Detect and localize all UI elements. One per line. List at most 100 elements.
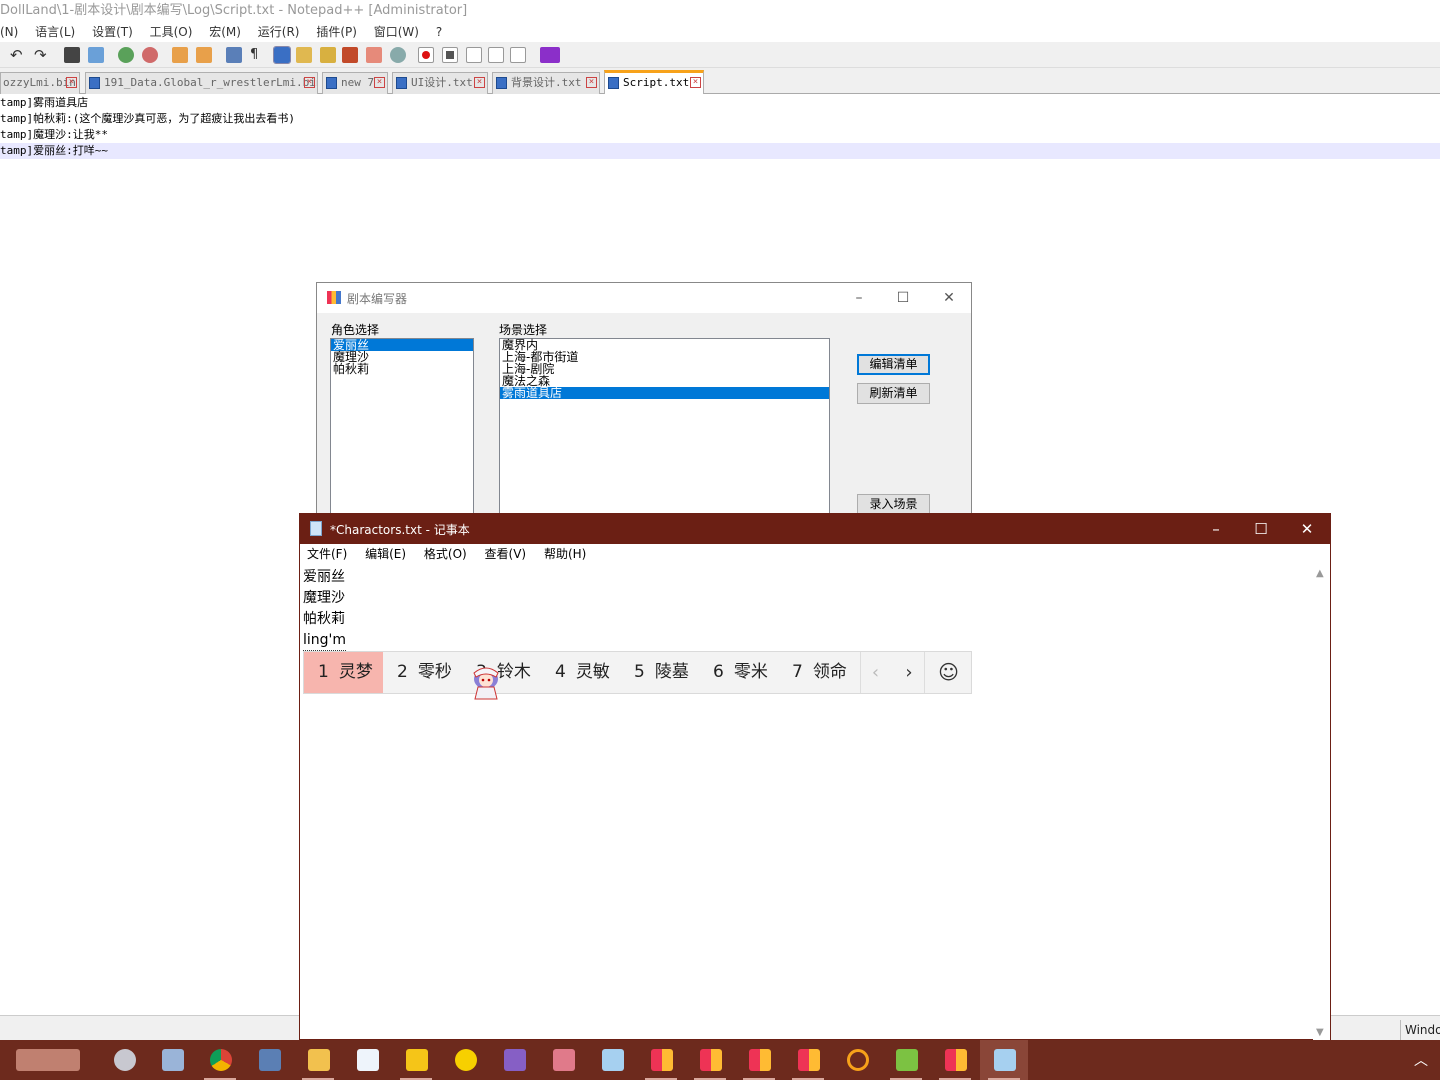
tab-ozzylmi[interactable]: ozzyLmi.bin ×	[0, 72, 80, 94]
taskbar-wallpaper-widget[interactable]	[0, 1040, 96, 1080]
taskbar-app[interactable]	[539, 1040, 587, 1080]
ime-candidate[interactable]: 5 陵墓	[620, 652, 699, 693]
play-macro-icon[interactable]	[466, 47, 482, 63]
taskbar-app[interactable]	[100, 1040, 148, 1080]
menu-file[interactable]: 文件(F)	[307, 547, 347, 561]
taskbar-notepad-active[interactable]	[980, 1040, 1028, 1080]
npp-menu-settings[interactable]: 设置(T)	[92, 25, 133, 39]
taskbar-app[interactable]	[441, 1040, 489, 1080]
ime-candidate[interactable]: 1 灵梦	[304, 652, 383, 693]
scroll-up-icon[interactable]: ▲	[1316, 568, 1324, 579]
undo-icon[interactable]: ↶	[10, 47, 26, 63]
minimize-icon[interactable]: –	[1204, 519, 1228, 539]
npp-menu-item[interactable]: (N)	[0, 25, 18, 39]
role-listbox[interactable]: 爱丽丝 魔理沙 帕秋莉	[330, 338, 474, 518]
show-all-chars-icon[interactable]: ¶	[250, 47, 266, 63]
edit-list-button[interactable]: 编辑清单	[857, 354, 930, 375]
menu-edit[interactable]: 编辑(E)	[365, 547, 406, 561]
npp-menu-tools[interactable]: 工具(O)	[150, 25, 193, 39]
zoom-out-icon[interactable]	[142, 47, 158, 63]
replace-icon[interactable]	[88, 47, 104, 63]
emoji-icon[interactable]: ☺	[924, 652, 972, 693]
npp-title-bar: DollLand\1-剧本设计\剧本编写\Log\Script.txt - No…	[0, 0, 1440, 22]
ime-candidate-bar: 1灵梦 2零秒 3铃木 4灵敏 5陵墓 6零米 7领命 ‹ › ☺	[303, 651, 972, 694]
function-list-icon[interactable]	[320, 47, 336, 63]
taskbar-calculator[interactable]	[245, 1040, 293, 1080]
tab-script[interactable]: Script.txt ×	[604, 70, 704, 94]
ime-candidate[interactable]: 4 灵敏	[541, 652, 620, 693]
list-item[interactable]: 雾雨道具店	[500, 387, 829, 399]
taskbar-chrome[interactable]	[196, 1040, 244, 1080]
ime-candidate[interactable]: 6 零米	[699, 652, 778, 693]
taskbar-app[interactable]	[637, 1040, 685, 1080]
taskbar-app[interactable]	[148, 1040, 196, 1080]
maximize-icon[interactable]: ☐	[1249, 519, 1273, 539]
scene-listbox[interactable]: 魔界内 上海-都市街道 上海-剧院 魔法之森 雾雨道具店	[499, 338, 830, 518]
vertical-scrollbar[interactable]: ▲ ▼	[1313, 566, 1330, 1040]
taskbar-app[interactable]	[343, 1040, 391, 1080]
record-scene-button[interactable]: 录入场景	[857, 494, 930, 515]
taskbar-app[interactable]	[392, 1040, 440, 1080]
npp-menu-window[interactable]: 窗口(W)	[374, 25, 419, 39]
taskbar-search[interactable]	[833, 1040, 881, 1080]
close-icon[interactable]: ✕	[939, 289, 959, 307]
find-icon[interactable]	[64, 47, 80, 63]
npp-menu-run[interactable]: 运行(R)	[258, 25, 300, 39]
npp-menu-help[interactable]: ?	[436, 25, 442, 39]
list-item[interactable]: 帕秋莉	[331, 363, 473, 375]
taskbar-app[interactable]	[735, 1040, 783, 1080]
npp-menu-language[interactable]: 语言(L)	[35, 25, 75, 39]
taskbar-app[interactable]	[882, 1040, 930, 1080]
chevron-right-icon[interactable]: ›	[894, 652, 924, 693]
taskbar-notepad[interactable]	[588, 1040, 636, 1080]
chevron-left-icon[interactable]: ‹	[860, 652, 890, 693]
record-macro-icon[interactable]	[418, 47, 434, 63]
npp-menu-macro[interactable]: 宏(M)	[209, 25, 241, 39]
word-wrap-icon[interactable]	[226, 47, 242, 63]
indent-guide-icon[interactable]	[273, 46, 291, 64]
markdown-icon[interactable]	[540, 47, 560, 63]
sync-horizontal-icon[interactable]	[196, 47, 212, 63]
sync-scroll-icon[interactable]	[172, 47, 188, 63]
folder-icon	[308, 1049, 330, 1071]
close-icon[interactable]: ×	[66, 77, 77, 88]
close-icon[interactable]: ×	[690, 77, 701, 88]
close-icon[interactable]: ✕	[1295, 519, 1319, 539]
taskbar-app[interactable]	[931, 1040, 979, 1080]
ime-candidate[interactable]: 7 领命	[778, 652, 860, 693]
menu-view[interactable]: 查看(V)	[485, 547, 527, 561]
tab-new-7[interactable]: new 7 ×	[322, 72, 388, 94]
taskbar-visual-studio[interactable]	[490, 1040, 538, 1080]
folder-workspace-icon[interactable]	[342, 47, 358, 63]
taskbar-app[interactable]	[686, 1040, 734, 1080]
ime-candidate[interactable]: 2 零秒	[383, 652, 462, 693]
tray-chevron-up-icon[interactable]: ︿	[1414, 1050, 1428, 1070]
taskbar-file-explorer[interactable]	[294, 1040, 342, 1080]
close-icon[interactable]: ×	[586, 77, 597, 88]
npp-menu-plugins[interactable]: 插件(P)	[316, 25, 357, 39]
tab-wrestlerlmi[interactable]: 191_Data.Global_r_wrestlerLmi.bin ×	[85, 72, 318, 94]
scene-label: 场景选择	[499, 323, 548, 337]
close-icon[interactable]: ×	[304, 77, 315, 88]
notepad-text-area[interactable]: 爱丽丝 魔理沙 帕秋莉 ling'm	[303, 567, 1313, 651]
tab-ui-design[interactable]: UI设计.txt ×	[392, 72, 488, 94]
stop-macro-icon[interactable]	[442, 47, 458, 63]
redo-icon[interactable]: ↷	[34, 47, 50, 63]
menu-help[interactable]: 帮助(H)	[544, 547, 586, 561]
scroll-down-icon[interactable]: ▼	[1316, 1027, 1324, 1038]
tab-background-design[interactable]: 背景设计.txt ×	[492, 72, 600, 94]
run-macro-multiple-icon[interactable]	[488, 47, 504, 63]
zoom-in-icon[interactable]	[118, 47, 134, 63]
menu-format[interactable]: 格式(O)	[424, 547, 467, 561]
open-folder-icon[interactable]	[366, 47, 382, 63]
mascot-sprite[interactable]	[470, 665, 502, 701]
maximize-icon[interactable]: ☐	[893, 289, 913, 307]
close-icon[interactable]: ×	[374, 77, 385, 88]
taskbar-app[interactable]	[784, 1040, 832, 1080]
minimize-icon[interactable]: –	[849, 289, 869, 307]
doc-map-icon[interactable]	[296, 47, 312, 63]
monitor-icon[interactable]	[390, 47, 406, 63]
save-macro-icon[interactable]	[510, 47, 526, 63]
close-icon[interactable]: ×	[474, 77, 485, 88]
refresh-list-button[interactable]: 刷新清单	[857, 383, 930, 404]
